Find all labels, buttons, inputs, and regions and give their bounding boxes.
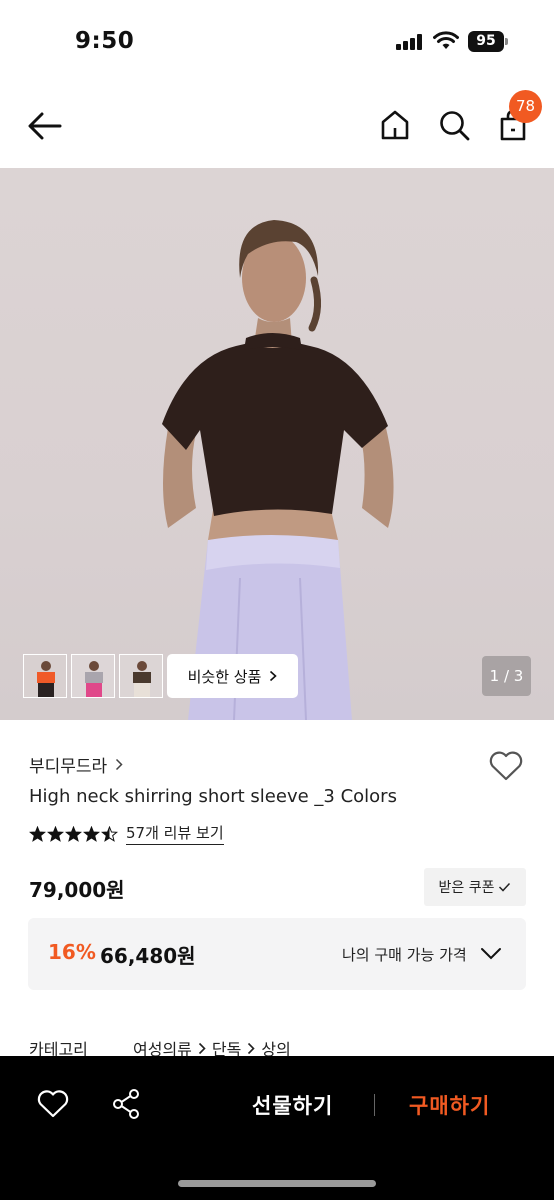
check-icon bbox=[499, 882, 511, 892]
buy-button[interactable]: 구매하기 bbox=[409, 1090, 490, 1120]
gift-button[interactable]: 선물하기 bbox=[252, 1090, 333, 1120]
signal-icon bbox=[396, 34, 424, 50]
star-rating bbox=[29, 825, 118, 842]
thumbnail-gray[interactable] bbox=[71, 654, 115, 698]
original-price: 79,000원 bbox=[29, 878, 125, 902]
similar-products-button[interactable]: 비슷한 상품 bbox=[167, 654, 298, 698]
top-nav: 78 bbox=[0, 84, 554, 168]
chevron-down-icon bbox=[481, 948, 501, 960]
brand-link[interactable]: 부디무드라 bbox=[29, 752, 123, 777]
product-title: High neck shirring short sleeve _3 Color… bbox=[29, 786, 397, 807]
product-image-carousel[interactable]: 비슷한 상품 1 / 3 bbox=[0, 168, 554, 720]
discount-price: 66,480원 bbox=[100, 944, 196, 968]
bottom-action-bar: 선물하기 구매하기 bbox=[0, 1056, 554, 1200]
rating-row: 57개 리뷰 보기 bbox=[29, 822, 224, 845]
wifi-icon bbox=[433, 31, 459, 49]
back-arrow-icon[interactable] bbox=[26, 110, 64, 142]
received-coupon-button[interactable]: 받은 쿠폰 bbox=[424, 868, 526, 906]
chevron-right-icon bbox=[270, 670, 278, 682]
my-purchase-price-box[interactable]: 16% 66,480원 나의 구매 가능 가격 bbox=[28, 918, 526, 990]
status-bar: 9:50 95 bbox=[0, 0, 554, 84]
image-page-indicator: 1 / 3 bbox=[482, 656, 531, 696]
my-price-label: 나의 구매 가능 가격 bbox=[342, 946, 467, 964]
chevron-right-icon bbox=[116, 758, 123, 771]
discount-percent: 16% bbox=[48, 940, 96, 964]
star-icon bbox=[47, 825, 64, 842]
thumbnail-brown[interactable] bbox=[119, 654, 163, 698]
coupon-label: 받은 쿠폰 bbox=[438, 880, 495, 896]
battery-icon: 95 bbox=[468, 31, 508, 52]
similar-products-label: 비슷한 상품 bbox=[187, 667, 262, 686]
thumbnail-orange[interactable] bbox=[23, 654, 67, 698]
divider bbox=[374, 1094, 375, 1116]
star-icon bbox=[29, 825, 46, 842]
thumbnail-strip bbox=[23, 654, 163, 698]
home-icon[interactable] bbox=[378, 108, 412, 142]
star-icon bbox=[83, 825, 100, 842]
battery-level: 95 bbox=[468, 31, 504, 52]
product-photo bbox=[162, 220, 394, 720]
share-icon[interactable] bbox=[111, 1088, 141, 1120]
cart-count-badge: 78 bbox=[509, 90, 542, 123]
star-icon bbox=[65, 825, 82, 842]
heart-icon[interactable] bbox=[488, 750, 524, 782]
search-icon[interactable] bbox=[437, 108, 471, 142]
home-indicator bbox=[178, 1180, 376, 1187]
brand-name: 부디무드라 bbox=[29, 757, 108, 777]
star-icon bbox=[101, 825, 118, 842]
heart-icon[interactable] bbox=[37, 1089, 69, 1119]
status-time: 9:50 bbox=[75, 28, 135, 54]
chevron-right-icon bbox=[198, 1042, 206, 1054]
review-link[interactable]: 57개 리뷰 보기 bbox=[126, 822, 224, 845]
chevron-right-icon bbox=[248, 1042, 255, 1054]
